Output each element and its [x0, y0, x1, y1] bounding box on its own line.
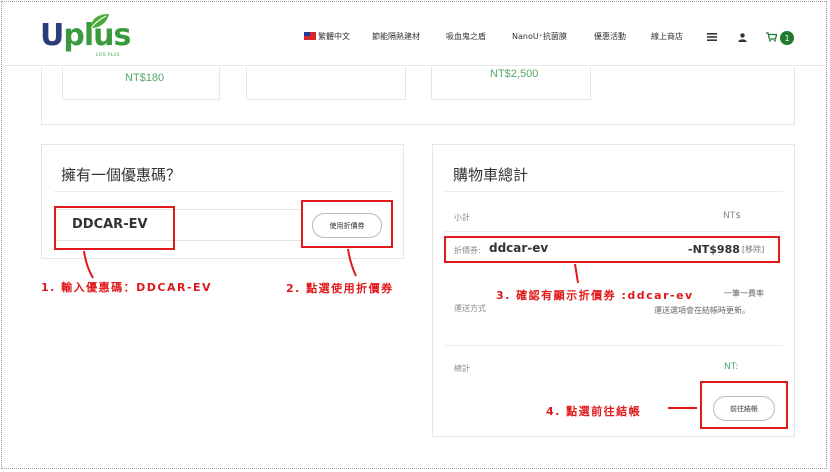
annotation-arrows	[83, 248, 697, 409]
annotation-step-3: 3. 確認有顯示折價券 :ddcar-ev	[496, 289, 694, 302]
annotation-step-1: 1. 輸入優惠碼：DDCAR-EV	[41, 281, 213, 294]
annotation-step-2: 2. 點選使用折價券	[286, 282, 394, 295]
annotation-step-4: 4. 點選前往結帳	[546, 405, 642, 418]
